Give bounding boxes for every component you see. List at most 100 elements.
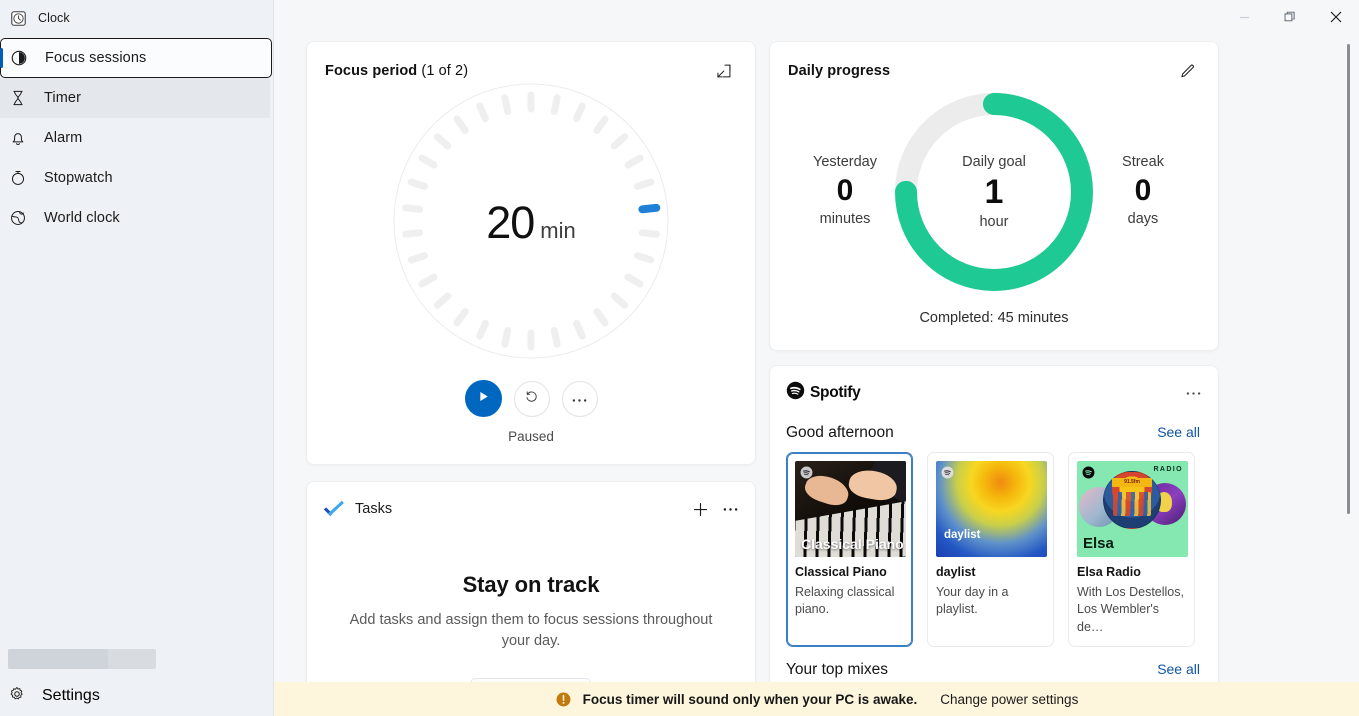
main-content-area: Focus period (1 of 2) 20 min Paused Task… [274,0,1359,716]
app-title-bar: Clock [0,0,273,36]
yesterday-label: Yesterday [813,154,877,170]
dial-value: 20 [486,197,535,248]
daily-progress-header: Daily progress [770,42,1218,86]
completed-minutes-text: Completed: 45 minutes [919,310,1069,326]
sidebar-item-alarm[interactable]: Alarm [0,118,270,158]
daily-goal-ring: Daily goal 1 hour [888,86,1100,298]
spotify-badge-icon [800,466,813,479]
clock-icon [8,8,28,28]
tile-description: Your day in a playlist. [936,585,1009,617]
sidebar-item-timer[interactable]: Timer [0,78,270,118]
microsoft-todo-check-icon [323,498,345,520]
daily-goal-value: 1 [984,173,1004,212]
dial-readout: 20 min [392,82,670,360]
focus-timer-dial[interactable]: 20 min [392,82,670,360]
spotify-tiles-row: Classical Piano Classical Piano Relaxing… [770,442,1218,647]
album-disc-center: 91.5fm [1103,471,1161,529]
window-controls [1221,0,1359,34]
sidebar-item-focus-sessions[interactable]: Focus sessions [0,38,272,78]
sidebar-item-label: Alarm [44,130,83,146]
yesterday-stat: Yesterday 0 minutes [780,154,910,227]
yesterday-value: 0 [836,174,854,207]
content-scrollbar[interactable] [1343,36,1353,682]
spotify-more-options-button[interactable] [1178,378,1208,408]
power-notification-bar: Focus timer will sound only when your PC… [274,682,1359,716]
daily-progress-title: Daily progress [788,63,891,79]
tile-artwork-label: daylist [944,529,981,541]
tile-description: With Los Destellos, Los Wembler's de… [1077,585,1184,634]
ellipsis-icon [572,390,587,408]
restore-button[interactable] [1267,0,1313,34]
tile-name: daylist [936,565,976,579]
sidebar-nav-list: Focus sessions Timer Alarm Stopwatch Wor… [0,38,273,238]
minimize-button[interactable] [1221,0,1267,34]
daily-goal-label: Daily goal [962,154,1026,171]
tile-description: Relaxing classical piano. [795,585,895,617]
top-mixes-section-header: Your top mixes See all [770,647,1218,679]
spotify-wordmark: Spotify [810,384,861,401]
clock-app-window: Clock Focus sessions Timer Alarm Stopwat… [0,0,1359,716]
tasks-empty-state: Stay on track Add tasks and assign them … [307,572,755,652]
reset-button[interactable] [513,380,550,417]
streak-label: Streak [1122,154,1164,170]
sidebar-item-stopwatch[interactable]: Stopwatch [0,158,270,198]
tile-artwork-tag: RADIO [1153,466,1183,473]
navigation-sidebar: Clock Focus sessions Timer Alarm Stopwat… [0,0,274,716]
close-button[interactable] [1313,0,1359,34]
tile-artwork-label: Elsa [1083,535,1114,552]
change-power-settings-link[interactable]: Change power settings [940,692,1078,707]
tasks-empty-body: Add tasks and assign them to focus sessi… [349,612,713,650]
tasks-title: Tasks [355,501,393,517]
warning-icon [555,691,572,708]
tile-artwork: Classical Piano [795,461,906,557]
good-afternoon-see-all-link[interactable]: See all [1157,424,1200,440]
daily-goal-unit: hour [979,213,1009,230]
spotify-header: Spotify [770,366,1218,408]
reset-icon [524,389,539,409]
play-button[interactable] [464,380,502,417]
spotify-tile-classical-piano[interactable]: Classical Piano Classical Piano Relaxing… [786,452,913,647]
pencil-icon[interactable] [1172,56,1202,86]
top-mixes-see-all-link[interactable]: See all [1157,661,1200,677]
sidebar-item-label: Focus sessions [45,50,147,66]
sidebar-item-label: Timer [44,90,82,106]
focus-sessions-icon [9,48,29,68]
right-column: Daily progress Daily goal 1 hour Yesterd… [769,41,1219,695]
sidebar-item-settings[interactable]: Settings [0,676,270,716]
tile-name: Classical Piano [795,565,887,579]
tile-artwork: RADIO 91.5fm Elsa [1077,461,1188,557]
focus-timer-controls [307,380,755,417]
globe-icon [8,208,28,228]
bell-icon [8,128,28,148]
daily-progress-card: Daily progress Daily goal 1 hour Yesterd… [769,41,1219,351]
streak-unit: days [1127,210,1159,227]
focus-period-header: Focus period (1 of 2) [307,42,755,86]
scrollbar-thumb[interactable] [1347,44,1350,514]
good-afternoon-section-header: Good afternoon See all [770,408,1218,442]
tile-name: Elsa Radio [1077,565,1141,579]
add-task-icon-button[interactable] [685,494,715,524]
streak-stat: Streak 0 days [1078,154,1208,227]
spotify-card: Spotify Good afternoon See all Classical… [769,365,1219,695]
yesterday-unit: minutes [819,210,871,227]
sidebar-item-world-clock[interactable]: World clock [0,198,270,238]
spotify-tile-elsa-radio[interactable]: RADIO 91.5fm Elsa Elsa Radio With Los De… [1068,452,1195,647]
daily-goal-readout: Daily goal 1 hour [888,86,1100,298]
sidebar-item-label: Stopwatch [44,170,113,186]
tile-artwork: daylist [936,461,1047,557]
play-icon [477,390,490,408]
tasks-header: Tasks [307,482,755,524]
focus-more-options-button[interactable] [561,380,598,417]
spotify-tile-daylist[interactable]: daylist daylist Your day in a playlist. [927,452,1054,647]
spotify-logo-icon [786,381,805,405]
notification-message: Focus timer will sound only when your PC… [582,691,918,707]
streak-value: 0 [1134,174,1152,207]
sidebar-item-label: World clock [44,210,120,226]
dial-unit: min [540,218,576,243]
tasks-empty-heading: Stay on track [462,572,600,597]
open-in-new-window-icon[interactable] [709,56,739,86]
tasks-card: Tasks Stay on track Add tasks and assign… [306,481,756,716]
tasks-more-options-button[interactable] [715,494,745,524]
gear-icon [8,685,26,708]
good-afternoon-title: Good afternoon [786,424,894,441]
